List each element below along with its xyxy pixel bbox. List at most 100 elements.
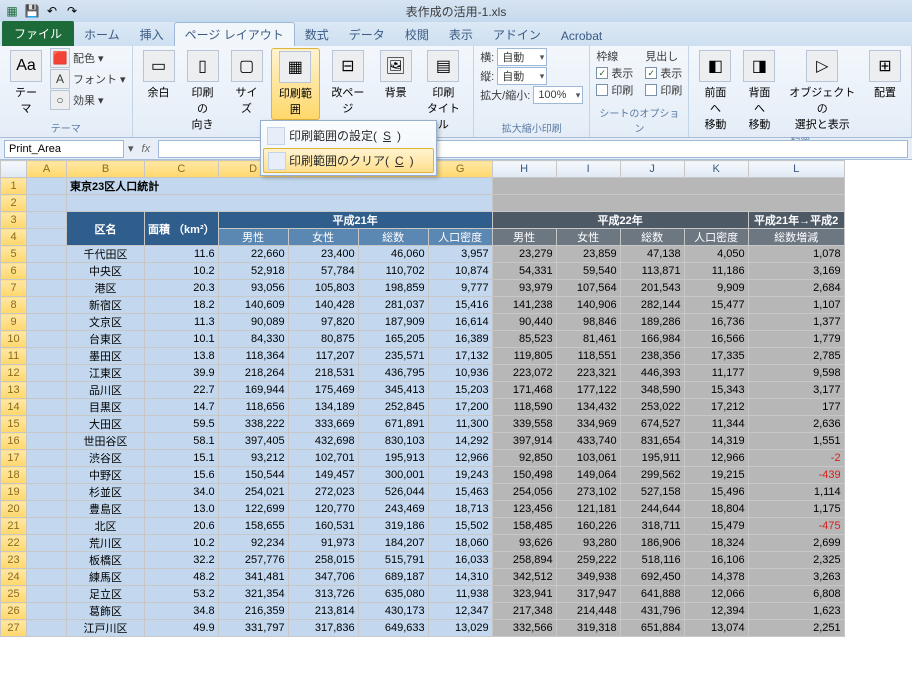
cell[interactable] [492, 195, 844, 212]
cell[interactable]: 436,795 [358, 365, 428, 382]
cell[interactable]: 175,469 [288, 382, 358, 399]
bring-forward-button[interactable]: ◧前面へ 移動 [695, 48, 735, 134]
col-header[interactable]: I [556, 161, 620, 178]
cell[interactable]: 651,884 [620, 620, 684, 637]
cell[interactable]: 218,531 [288, 365, 358, 382]
cell[interactable] [27, 586, 67, 603]
cell[interactable]: 練馬区 [67, 569, 145, 586]
cell[interactable]: 318,711 [620, 518, 684, 535]
cell[interactable]: 18,060 [428, 535, 492, 552]
cell[interactable]: 男性 [218, 229, 288, 246]
cell[interactable]: 2,325 [748, 552, 844, 569]
cell[interactable]: 2,251 [748, 620, 844, 637]
row-header[interactable]: 20 [1, 501, 27, 518]
cell[interactable]: 15,416 [428, 297, 492, 314]
row-header[interactable]: 27 [1, 620, 27, 637]
cell[interactable] [27, 552, 67, 569]
cell[interactable]: 面積 （km²） [145, 212, 219, 246]
margins-button[interactable]: ▭余白 [139, 48, 179, 102]
row-header[interactable]: 12 [1, 365, 27, 382]
cell[interactable]: 332,566 [492, 620, 556, 637]
cell[interactable]: 18,804 [684, 501, 748, 518]
cell[interactable] [27, 382, 67, 399]
cell[interactable]: 195,913 [358, 450, 428, 467]
selection-pane-button[interactable]: ▷オブジェクトの 選択と表示 [783, 48, 861, 134]
cell[interactable]: 158,485 [492, 518, 556, 535]
cell[interactable]: 92,234 [218, 535, 288, 552]
row-header[interactable]: 13 [1, 382, 27, 399]
cell[interactable]: 48.2 [145, 569, 219, 586]
cell[interactable]: 186,906 [620, 535, 684, 552]
cell[interactable]: 319,186 [358, 518, 428, 535]
cell[interactable]: 107,564 [556, 280, 620, 297]
cell[interactable]: 187,909 [358, 314, 428, 331]
cell[interactable]: 134,432 [556, 399, 620, 416]
cell[interactable]: 16,736 [684, 314, 748, 331]
cell[interactable]: 12,966 [428, 450, 492, 467]
cell[interactable]: 平成22年 [492, 212, 748, 229]
cell[interactable] [27, 501, 67, 518]
cell[interactable] [27, 620, 67, 637]
cell[interactable] [27, 178, 67, 195]
cell[interactable]: 千代田区 [67, 246, 145, 263]
cell[interactable]: 118,656 [218, 399, 288, 416]
namebox-dropdown-icon[interactable]: ▾ [128, 142, 134, 155]
tab-data[interactable]: データ [339, 23, 395, 46]
cell[interactable]: 18.2 [145, 297, 219, 314]
cell[interactable]: 253,022 [620, 399, 684, 416]
tab-home[interactable]: ホーム [74, 23, 130, 46]
cell[interactable]: 2,699 [748, 535, 844, 552]
cell[interactable]: 34.8 [145, 603, 219, 620]
cell[interactable] [27, 229, 67, 246]
cell[interactable]: 6,808 [748, 586, 844, 603]
orientation-button[interactable]: ▯印刷の 向き [183, 48, 223, 134]
cell[interactable]: 江東区 [67, 365, 145, 382]
row-header[interactable]: 3 [1, 212, 27, 229]
cell[interactable]: 120,770 [288, 501, 358, 518]
cell[interactable]: 総数 [358, 229, 428, 246]
cell[interactable]: 93,280 [556, 535, 620, 552]
cell[interactable] [27, 331, 67, 348]
cell[interactable]: 13,029 [428, 620, 492, 637]
cell[interactable]: 墨田区 [67, 348, 145, 365]
cell[interactable]: 213,814 [288, 603, 358, 620]
cell[interactable]: 3,263 [748, 569, 844, 586]
tab-page-layout[interactable]: ページ レイアウト [174, 22, 295, 46]
cell[interactable] [27, 399, 67, 416]
cell[interactable]: 17,200 [428, 399, 492, 416]
cell[interactable]: 317,836 [288, 620, 358, 637]
row-header[interactable]: 11 [1, 348, 27, 365]
cell[interactable] [27, 246, 67, 263]
row-header[interactable]: 15 [1, 416, 27, 433]
cell[interactable]: 93,979 [492, 280, 556, 297]
row-header[interactable]: 2 [1, 195, 27, 212]
cell[interactable]: 渋谷区 [67, 450, 145, 467]
cell[interactable]: 3,169 [748, 263, 844, 280]
cell[interactable]: 22,660 [218, 246, 288, 263]
cell[interactable]: 243,469 [358, 501, 428, 518]
cell[interactable]: 171,468 [492, 382, 556, 399]
cell[interactable]: 317,947 [556, 586, 620, 603]
tab-acrobat[interactable]: Acrobat [551, 26, 612, 46]
cell[interactable]: 527,158 [620, 484, 684, 501]
cell[interactable]: 11.3 [145, 314, 219, 331]
cell[interactable]: 223,072 [492, 365, 556, 382]
name-box[interactable]: Print_Area [4, 140, 124, 158]
cell[interactable]: 430,173 [358, 603, 428, 620]
cell[interactable]: 57,784 [288, 263, 358, 280]
cell[interactable]: 299,562 [620, 467, 684, 484]
cell[interactable]: 15.1 [145, 450, 219, 467]
col-header[interactable]: A [27, 161, 67, 178]
cell[interactable]: 90,440 [492, 314, 556, 331]
row-header[interactable]: 6 [1, 263, 27, 280]
size-button[interactable]: ▢サイズ [227, 48, 267, 118]
cell[interactable]: 20.6 [145, 518, 219, 535]
row-header[interactable]: 22 [1, 535, 27, 552]
cell[interactable]: 11,938 [428, 586, 492, 603]
cell[interactable] [27, 195, 67, 212]
cell[interactable]: 195,911 [620, 450, 684, 467]
cell[interactable]: 16,566 [684, 331, 748, 348]
cell[interactable]: 201,543 [620, 280, 684, 297]
tab-formulas[interactable]: 数式 [295, 23, 339, 46]
cell[interactable]: 11,186 [684, 263, 748, 280]
